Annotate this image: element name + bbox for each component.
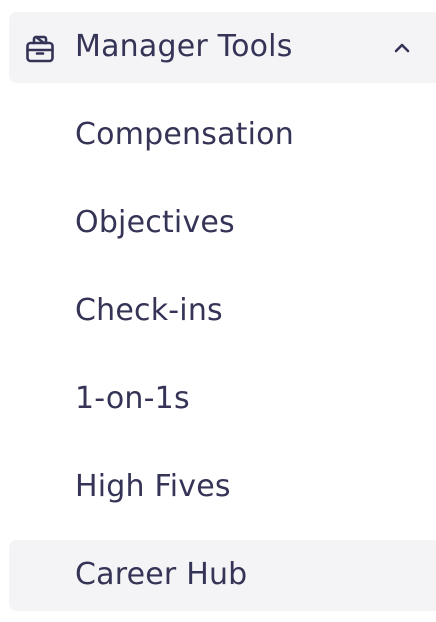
nav-item-compensation[interactable]: Compensation bbox=[9, 100, 436, 171]
nav-item-1-on-1s[interactable]: 1-on-1s bbox=[9, 364, 436, 435]
nav-item-label: 1-on-1s bbox=[75, 381, 190, 416]
nav-item-career-hub[interactable]: Career Hub bbox=[9, 540, 436, 611]
briefcase-icon bbox=[25, 34, 55, 64]
section-title: Manager Tools bbox=[75, 29, 293, 64]
nav-item-label: High Fives bbox=[75, 469, 231, 504]
manager-tools-nav: Manager Tools Compensation Objectives Ch… bbox=[0, 0, 436, 622]
nav-item-label: Career Hub bbox=[75, 557, 248, 592]
chevron-up-icon[interactable] bbox=[393, 40, 411, 54]
nav-item-label: Objectives bbox=[75, 205, 235, 240]
nav-item-check-ins[interactable]: Check-ins bbox=[9, 276, 436, 347]
nav-item-high-fives[interactable]: High Fives bbox=[9, 452, 436, 523]
nav-item-label: Check-ins bbox=[75, 293, 223, 328]
nav-item-label: Compensation bbox=[75, 117, 294, 152]
nav-item-objectives[interactable]: Objectives bbox=[9, 188, 436, 259]
manager-tools-section-toggle[interactable]: Manager Tools bbox=[9, 12, 436, 83]
